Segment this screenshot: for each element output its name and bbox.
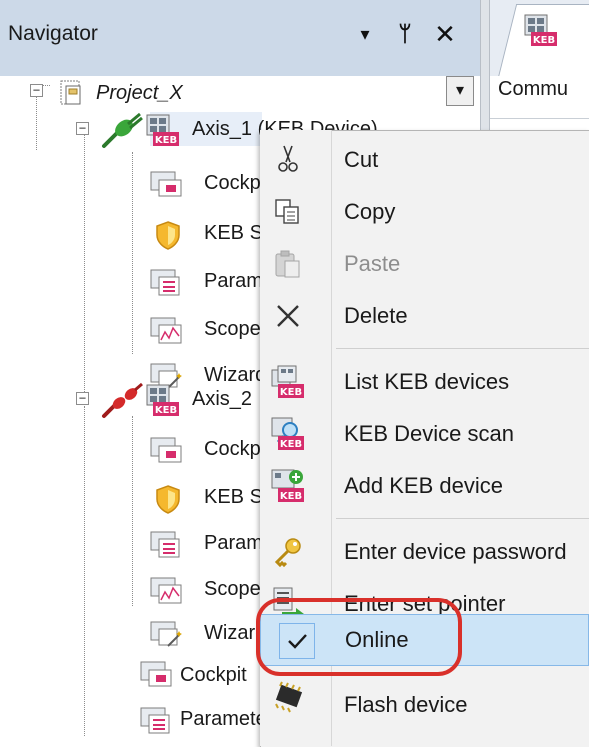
online-plug-icon (100, 112, 144, 150)
menu-item-cut[interactable]: Cut (260, 134, 589, 186)
annotation-highlight-ring (256, 598, 462, 676)
menu-item-paste[interactable]: Paste (260, 238, 589, 290)
svg-text:KEB: KEB (155, 135, 177, 146)
parameter-icon (150, 530, 184, 560)
add-device-icon: KEB (270, 468, 306, 504)
menu-item-label: List KEB devices (344, 369, 510, 394)
collapse-toggle[interactable]: − (76, 122, 89, 135)
cockpit-icon (150, 170, 184, 200)
key-icon (270, 534, 306, 570)
copy-icon (270, 194, 306, 230)
menu-separator (336, 348, 589, 349)
menu-item-label: Copy (344, 199, 396, 224)
collapse-toggle[interactable]: − (30, 84, 43, 97)
document-subheader[interactable]: Commu (498, 78, 568, 101)
project-icon (58, 80, 84, 106)
svg-text:KEB: KEB (280, 439, 302, 450)
menu-item-label: Enter device password (344, 539, 567, 564)
keb-device-icon: KEB (146, 384, 180, 418)
divider (490, 118, 589, 119)
tree-item-label[interactable]: Wizard (204, 364, 266, 387)
pin-icon[interactable]: ᛘ (390, 18, 420, 50)
device-scan-icon: KEB (270, 416, 306, 452)
menu-item-enter-password[interactable]: Enter device password (260, 526, 589, 578)
project-label[interactable]: Project_X (96, 82, 183, 105)
menu-item-label: KEB Device scan (344, 421, 514, 446)
menu-item-label: Delete (344, 303, 408, 328)
list-devices-icon: KEB (270, 364, 306, 400)
menu-separator (336, 518, 589, 519)
tree-item-label[interactable]: Scope (204, 578, 261, 601)
shield-icon (154, 220, 182, 250)
chip-icon (270, 678, 306, 714)
scope-icon (150, 316, 184, 346)
menu-item-label: Flash device (344, 692, 468, 717)
keb-device-icon: KEB (524, 14, 558, 48)
menu-item-list-keb-devices[interactable]: KEB List KEB devices (260, 356, 589, 408)
svg-text:KEB: KEB (280, 387, 302, 398)
menu-item-delete[interactable]: Delete (260, 290, 589, 342)
svg-text:KEB: KEB (533, 35, 555, 46)
close-icon[interactable]: ✕ (430, 18, 460, 50)
cockpit-icon (150, 436, 184, 466)
navigator-title: Navigator (8, 22, 98, 45)
tree-item-label[interactable]: Cockpit (180, 664, 247, 687)
project-combo-dropdown[interactable]: ▾ (446, 76, 474, 106)
window-options-dropdown-icon[interactable]: ▾ (350, 18, 380, 50)
wizard-icon (150, 620, 184, 650)
offline-plug-icon (100, 382, 144, 420)
collapse-toggle[interactable]: − (76, 392, 89, 405)
cockpit-icon (140, 660, 174, 690)
menu-item-device-scan[interactable]: KEB KEB Device scan (260, 408, 589, 460)
menu-item-label: Paste (344, 251, 401, 276)
scissors-icon (270, 142, 306, 178)
paste-icon (270, 246, 306, 282)
parameter-icon (150, 268, 184, 298)
delete-x-icon (270, 298, 306, 334)
menu-item-label: Add KEB device (344, 473, 503, 498)
axis2-label[interactable]: Axis_2 (192, 388, 252, 411)
shield-icon (154, 484, 182, 514)
svg-text:KEB: KEB (155, 405, 177, 416)
svg-text:KEB: KEB (280, 491, 302, 502)
tree-item-label[interactable]: Scope (204, 318, 261, 341)
scope-icon (150, 576, 184, 606)
menu-item-flash-device[interactable]: Flash device (260, 670, 589, 722)
keb-device-icon: KEB (146, 114, 180, 148)
parameter-icon (140, 706, 174, 736)
menu-item-add-device[interactable]: KEB Add KEB device (260, 460, 589, 512)
menu-item-copy[interactable]: Copy (260, 186, 589, 238)
menu-item-label: Cut (344, 147, 379, 172)
